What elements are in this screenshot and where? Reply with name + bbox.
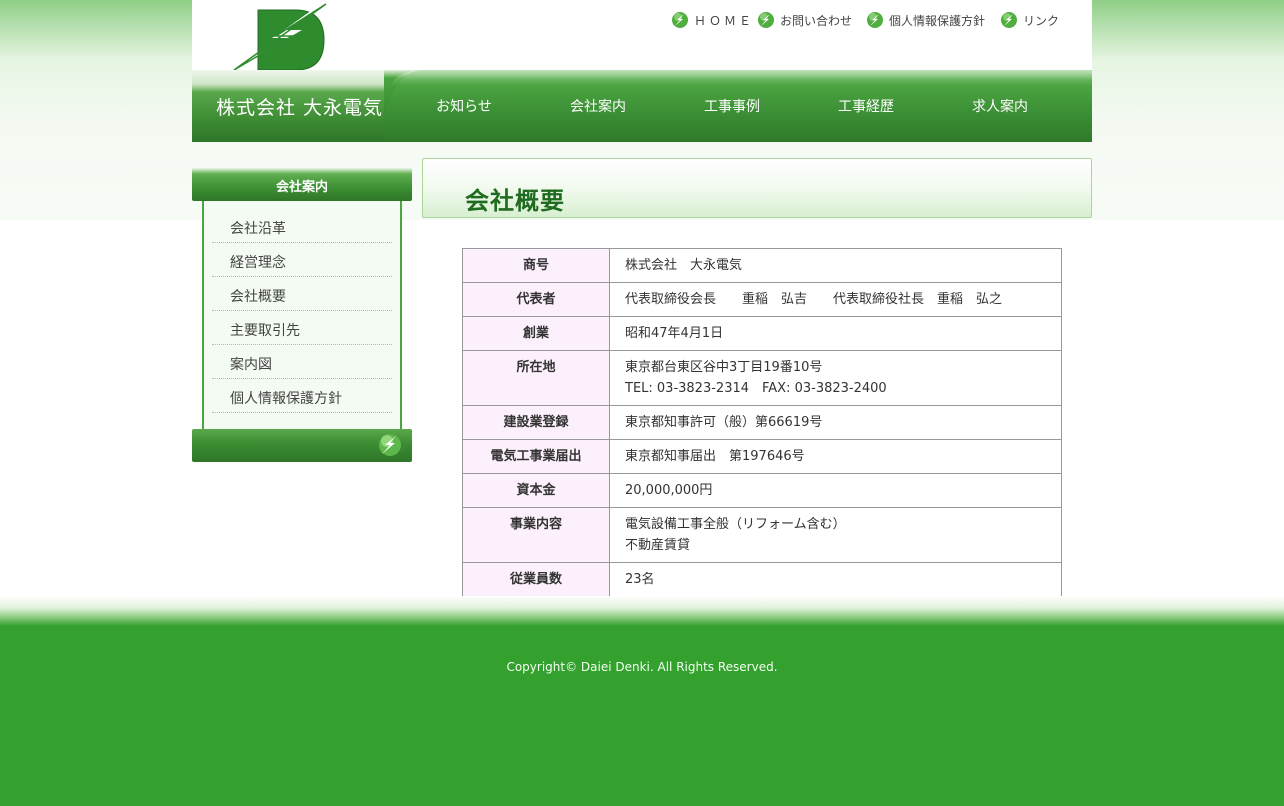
value-line: 昭和47年4月1日 [625, 326, 724, 341]
value-line: 20,000,000円 [625, 483, 713, 498]
table-row: 創業 昭和47年4月1日 [462, 316, 1062, 351]
sidebar-item-overview[interactable]: 会社概要 [212, 277, 392, 311]
value-line: 東京都台東区谷中3丁目19番10号 [625, 360, 823, 375]
sidebar-item-clients[interactable]: 主要取引先 [212, 311, 392, 345]
table-row: 建設業登録 東京都知事許可（般）第66619号 [462, 405, 1062, 440]
row-value: 昭和47年4月1日 [609, 316, 1062, 351]
util-link-label: お問い合わせ [780, 13, 853, 28]
row-value: 株式会社 大永電気 [609, 248, 1062, 283]
row-label: 資本金 [462, 473, 610, 508]
bolt-ball-icon [1001, 12, 1017, 28]
util-link-contact[interactable]: お問い合わせ [758, 10, 852, 30]
sidebar-item-philosophy[interactable]: 経営理念 [212, 243, 392, 277]
row-value: 東京都知事届出 第197646号 [609, 439, 1062, 474]
bolt-ball-icon [867, 12, 883, 28]
bolt-ball-icon [758, 12, 774, 28]
row-value: 23名 [609, 562, 1062, 597]
util-link-home[interactable]: ＨＯＭＥ [672, 10, 754, 30]
sidebar-item-history[interactable]: 会社沿革 [212, 209, 392, 243]
nav-item-recruit[interactable]: 求人案内 [950, 96, 1050, 116]
value-line: 東京都知事許可（般）第66619号 [625, 415, 823, 430]
row-label: 事業内容 [462, 507, 610, 563]
table-row: 所在地 東京都台東区谷中3丁目19番10号 TEL: 03-3823-2314 F… [462, 350, 1062, 406]
table-row: 資本金 20,000,000円 [462, 473, 1062, 508]
value-line: 電気設備工事全般（リフォーム含む） [625, 517, 846, 532]
table-row: 従業員数 23名 [462, 562, 1062, 597]
sidebar-heading: 会社案内 [192, 168, 412, 201]
row-value: 電気設備工事全般（リフォーム含む） 不動産賃貸 [609, 507, 1062, 563]
table-row: 代表者 代表取締役会長 重稲 弘吉 代表取締役社長 重稲 弘之 [462, 282, 1062, 317]
sidebar: 会社案内 会社沿革 経営理念 会社概要 主要取引先 案内図 個人情報保護方針 [192, 168, 412, 462]
site-footer [0, 596, 1284, 806]
row-label: 建設業登録 [462, 405, 610, 440]
page-wrapper: ＨＯＭＥ お問い合わせ 個人情報保護方針 リンク 株式会社 大永電気 お知らせ … [192, 0, 1092, 600]
row-value: 代表取締役会長 重稲 弘吉 代表取締役社長 重稲 弘之 [609, 282, 1062, 317]
company-info-table: 商号 株式会社 大永電気 代表者 代表取締役会長 重稲 弘吉 代表取締役社長 重… [462, 248, 1062, 597]
row-label: 従業員数 [462, 562, 610, 597]
title-box: 会社概要 [422, 158, 1092, 218]
page-title: 会社概要 [465, 187, 565, 215]
util-link-privacy[interactable]: 個人情報保護方針 [867, 10, 985, 30]
sidebar-item-map[interactable]: 案内図 [212, 345, 392, 379]
nav-item-company[interactable]: 会社案内 [548, 96, 648, 116]
util-link-label: リンク [1023, 13, 1060, 28]
site-header: ＨＯＭＥ お問い合わせ 個人情報保護方針 リンク 株式会社 大永電気 お知らせ … [192, 0, 1092, 142]
row-value: 東京都台東区谷中3丁目19番10号 TEL: 03-3823-2314 FAX: … [609, 350, 1062, 406]
nav-item-news[interactable]: お知らせ [414, 96, 514, 116]
main-content: 会社概要 商号 株式会社 大永電気 代表者 代表取締役会長 重稲 弘吉 代表取締… [422, 158, 1092, 598]
company-logo[interactable] [232, 2, 328, 72]
value-line: TEL: 03-3823-2314 FAX: 03-3823-2400 [625, 381, 887, 396]
util-link-links[interactable]: リンク [1001, 10, 1059, 30]
utility-nav: ＨＯＭＥ お問い合わせ 個人情報保護方針 リンク [672, 10, 1072, 30]
sidebar-body: 会社沿革 経営理念 会社概要 主要取引先 案内図 個人情報保護方針 [202, 201, 402, 429]
value-line: 東京都知事届出 第197646号 [625, 449, 805, 464]
sidebar-item-privacy[interactable]: 個人情報保護方針 [212, 379, 392, 413]
nav-item-works[interactable]: 工事事例 [682, 96, 782, 116]
main-nav: お知らせ 会社案内 工事事例 工事経歴 求人案内 [404, 96, 1094, 120]
nav-bar-highlight [392, 70, 1092, 86]
bolt-ball-icon [672, 12, 688, 28]
row-value: 20,000,000円 [609, 473, 1062, 508]
table-row: 商号 株式会社 大永電気 [462, 248, 1062, 283]
row-value: 東京都知事許可（般）第66619号 [609, 405, 1062, 440]
nav-item-history[interactable]: 工事経歴 [816, 96, 916, 116]
sidebar-menu: 会社沿革 経営理念 会社概要 主要取引先 案内図 個人情報保護方針 [212, 209, 392, 413]
table-row: 電気工事業届出 東京都知事届出 第197646号 [462, 439, 1062, 474]
util-link-label: ＨＯＭＥ [694, 13, 755, 28]
company-name: 株式会社 大永電気 [216, 97, 384, 119]
row-label: 代表者 [462, 282, 610, 317]
copyright-text: Copyright© Daiei Denki. All Rights Reser… [506, 660, 778, 674]
value-line: 23名 [625, 572, 655, 587]
row-label: 所在地 [462, 350, 610, 406]
row-label: 商号 [462, 248, 610, 283]
sidebar-footer [192, 429, 412, 462]
value-line: 代表取締役会長 重稲 弘吉 代表取締役社長 重稲 弘之 [625, 292, 1003, 307]
row-label: 創業 [462, 316, 610, 351]
util-link-label: 個人情報保護方針 [889, 13, 986, 28]
table-row: 事業内容 電気設備工事全般（リフォーム含む） 不動産賃貸 [462, 507, 1062, 563]
value-line: 不動産賃貸 [625, 538, 691, 553]
bolt-ball-icon [379, 434, 401, 456]
row-label: 電気工事業届出 [462, 439, 610, 474]
value-line: 株式会社 大永電気 [625, 258, 743, 273]
